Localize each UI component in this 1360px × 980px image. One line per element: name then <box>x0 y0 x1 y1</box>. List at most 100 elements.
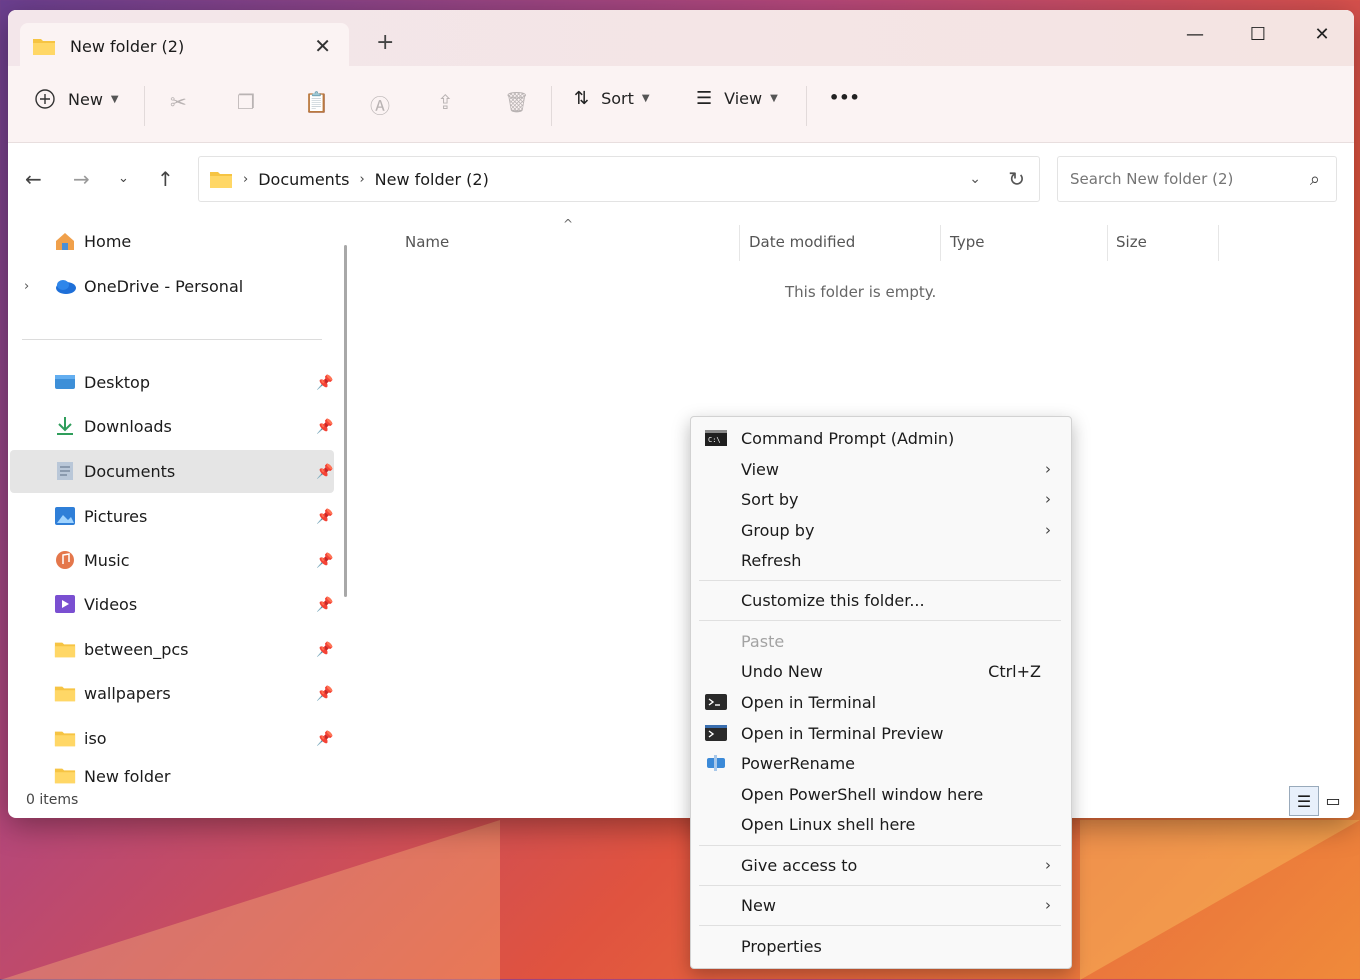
refresh-icon[interactable]: ↻ <box>1008 167 1025 191</box>
menu-item-paste: Paste <box>691 626 1071 656</box>
sidebar-item-wallpapers[interactable]: wallpapers 📌 <box>10 672 334 715</box>
share-icon[interactable]: ⇪ <box>437 90 454 114</box>
close-window-button[interactable]: ✕ <box>1307 24 1337 45</box>
paste-icon[interactable]: 📋 <box>304 90 329 114</box>
menu-item-label: PowerRename <box>741 753 855 773</box>
pin-icon[interactable]: 📌 <box>316 375 333 391</box>
delete-icon[interactable]: 🗑 <box>504 90 529 114</box>
rename-icon[interactable]: Ⓐ <box>370 90 390 119</box>
minimize-button[interactable]: — <box>1180 24 1210 45</box>
videos-icon <box>55 595 75 613</box>
sidebar-label: Home <box>84 232 132 251</box>
menu-item-label: Refresh <box>741 550 802 570</box>
menu-item-label: Give access to <box>741 855 858 875</box>
column-divider[interactable] <box>940 225 941 261</box>
chevron-down-icon: ▼ <box>641 93 650 104</box>
tab-new-folder-2[interactable]: New folder (2) ✕ <box>20 23 349 69</box>
pin-icon[interactable]: 📌 <box>316 642 333 658</box>
forward-button[interactable]: → <box>73 167 90 191</box>
sidebar-item-videos[interactable]: Videos 📌 <box>10 583 334 626</box>
sidebar-item-documents[interactable]: Documents 📌 <box>10 450 334 493</box>
maximize-button[interactable]: ☐ <box>1243 24 1273 45</box>
sidebar-label: Music <box>84 551 130 570</box>
column-header-type[interactable]: Type <box>950 233 984 251</box>
back-button[interactable]: ← <box>25 167 42 191</box>
breadcrumb-documents[interactable]: Documents <box>258 170 349 189</box>
pin-icon[interactable]: 📌 <box>316 597 333 613</box>
sort-icon: ⇅ <box>574 88 590 109</box>
column-divider[interactable] <box>739 225 740 261</box>
column-divider[interactable] <box>1107 225 1108 261</box>
menu-item-sort-by[interactable]: Sort by › <box>691 484 1071 514</box>
view-button[interactable]: ☰ View ▼ <box>696 88 778 109</box>
new-tab-button[interactable]: + <box>376 30 394 55</box>
menu-item-customize-folder[interactable]: Customize this folder... <box>691 585 1071 615</box>
menu-item-undo-new[interactable]: Undo New Ctrl+Z <box>691 656 1071 686</box>
sidebar-item-downloads[interactable]: Downloads 📌 <box>10 405 334 448</box>
sidebar-item-onedrive[interactable]: › OneDrive - Personal <box>10 265 334 308</box>
column-header-date-modified[interactable]: Date modified <box>749 233 855 251</box>
sidebar-item-desktop[interactable]: Desktop 📌 <box>10 361 334 404</box>
sidebar-item-music[interactable]: Music 📌 <box>10 539 334 582</box>
more-options-button[interactable]: ••• <box>829 88 860 107</box>
sidebar-item-iso[interactable]: iso 📌 <box>10 717 334 760</box>
address-bar[interactable]: › Documents › New folder (2) ⌄ ↻ <box>198 156 1040 202</box>
menu-item-view[interactable]: View › <box>691 454 1071 484</box>
sort-button[interactable]: ⇅ Sort ▼ <box>574 88 650 109</box>
terminal-preview-icon <box>705 725 727 741</box>
new-button[interactable]: New ▼ <box>34 88 119 110</box>
sidebar-item-home[interactable]: Home <box>10 220 334 263</box>
menu-item-label: Paste <box>741 631 785 651</box>
menu-item-open-in-terminal[interactable]: Open in Terminal <box>691 687 1071 717</box>
sidebar-label: iso <box>84 729 107 748</box>
recent-locations-button[interactable]: ⌄ <box>118 171 129 186</box>
menu-item-label: Properties <box>741 936 822 956</box>
sidebar-item-between-pcs[interactable]: between_pcs 📌 <box>10 628 334 671</box>
chevron-right-icon: › <box>243 171 249 187</box>
menu-item-open-in-terminal-preview[interactable]: Open in Terminal Preview <box>691 718 1071 748</box>
menu-item-powerrename[interactable]: PowerRename <box>691 748 1071 778</box>
pin-icon[interactable]: 📌 <box>316 686 333 702</box>
pin-icon[interactable]: 📌 <box>316 553 333 569</box>
column-divider[interactable] <box>1218 225 1219 261</box>
tiles-view-button[interactable]: ▭ <box>1319 786 1347 814</box>
chevron-down-icon[interactable]: ⌄ <box>969 171 981 187</box>
menu-item-refresh[interactable]: Refresh <box>691 545 1071 575</box>
cut-icon[interactable]: ✂ <box>170 90 187 114</box>
column-header-name[interactable]: Name <box>405 233 449 251</box>
downloads-icon <box>57 417 73 435</box>
tab-close-button[interactable]: ✕ <box>314 34 331 58</box>
menu-item-open-powershell[interactable]: Open PowerShell window here <box>691 779 1071 809</box>
menu-item-label: Undo New <box>741 661 823 681</box>
search-icon[interactable]: ⌕ <box>1310 169 1320 190</box>
toolbar-divider <box>551 86 552 126</box>
up-button[interactable]: ↑ <box>157 167 174 191</box>
file-explorer-window: New folder (2) ✕ + — ☐ ✕ New ▼ ✂ ❐ 📋 Ⓐ ⇪… <box>8 10 1354 818</box>
menu-item-properties[interactable]: Properties <box>691 931 1071 961</box>
folder-icon <box>54 642 76 658</box>
details-view-button[interactable]: ☰ <box>1289 786 1319 816</box>
menu-item-new[interactable]: New › <box>691 890 1071 920</box>
sidebar-item-new-folder[interactable]: New folder <box>10 761 334 791</box>
chevron-right-icon[interactable]: › <box>24 279 29 294</box>
sidebar-scrollbar[interactable] <box>344 245 347 597</box>
documents-icon <box>57 462 73 480</box>
menu-item-give-access[interactable]: Give access to › <box>691 850 1071 880</box>
menu-item-open-linux-shell[interactable]: Open Linux shell here <box>691 809 1071 839</box>
search-input[interactable] <box>1068 169 1292 189</box>
breadcrumb-current-folder[interactable]: New folder (2) <box>375 170 489 189</box>
menu-item-command-prompt-admin[interactable]: C:\ Command Prompt (Admin) <box>691 423 1071 453</box>
pin-icon[interactable]: 📌 <box>316 731 333 747</box>
folder-icon <box>54 731 76 747</box>
copy-icon[interactable]: ❐ <box>237 90 255 114</box>
music-icon <box>56 551 74 569</box>
sidebar-item-pictures[interactable]: Pictures 📌 <box>10 495 334 538</box>
menu-item-shortcut: Ctrl+Z <box>988 661 1041 681</box>
pin-icon[interactable]: 📌 <box>316 464 333 480</box>
sidebar-label: Pictures <box>84 507 148 526</box>
search-box[interactable]: ⌕ <box>1057 156 1337 202</box>
pin-icon[interactable]: 📌 <box>316 509 333 525</box>
pin-icon[interactable]: 📌 <box>316 419 333 435</box>
column-header-size[interactable]: Size <box>1116 233 1147 251</box>
menu-item-group-by[interactable]: Group by › <box>691 515 1071 545</box>
